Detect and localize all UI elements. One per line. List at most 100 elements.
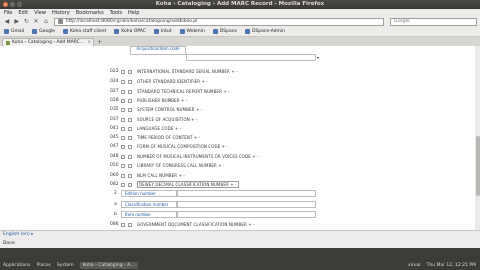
menu-edit[interactable]: Edit	[18, 10, 28, 16]
taskbar-window-button[interactable]: Koha › Cataloging › A...	[79, 261, 138, 269]
field-checkbox[interactable]	[121, 107, 125, 112]
menu-view[interactable]: View	[34, 10, 46, 16]
field-checkbox[interactable]	[121, 163, 125, 168]
field-checkbox[interactable]	[121, 222, 125, 227]
field-tag: 082	[110, 182, 119, 187]
field-checkbox[interactable]	[121, 173, 125, 178]
bookmark-icon	[179, 29, 185, 34]
applications-menu[interactable]: Applications	[3, 263, 31, 268]
field-checkbox[interactable]	[128, 107, 132, 112]
field-label[interactable]: SYSTEM CONTROL NUMBER + -	[137, 107, 202, 112]
subfield-input[interactable]	[186, 54, 316, 61]
site-identity-icon[interactable]	[57, 19, 63, 24]
marc-field-row: 086 GOVERNMENT DOCUMENT CLASSIFICATION N…	[0, 220, 480, 229]
bookmark-dspace-admin[interactable]: DSpace-Admin	[244, 29, 285, 34]
bookmark-dspace[interactable]: DSpace	[212, 29, 237, 34]
field-checkbox[interactable]	[121, 144, 125, 149]
bookmark-webmin[interactable]: Webmin	[179, 29, 205, 34]
field-label[interactable]: SOURCE OF ACQUISITION + -	[137, 117, 198, 122]
field-checkbox[interactable]	[128, 144, 132, 149]
field-label[interactable]: NUMBER OF MUSICAL INSTRUMENTS OR VOICES …	[137, 154, 259, 159]
marc-field-row: 035 SYSTEM CONTROL NUMBER + -	[0, 105, 480, 114]
menu-tools[interactable]: Tools	[110, 10, 122, 16]
bookmark-koha-staff[interactable]: Koha staff client	[63, 29, 106, 34]
field-checkbox[interactable]	[121, 182, 125, 187]
stop-icon[interactable]: ✕	[32, 18, 40, 26]
field-checkbox[interactable]	[128, 98, 132, 103]
subfield-code: b	[114, 212, 117, 217]
field-label[interactable]: NLM CALL NUMBER + -	[137, 173, 185, 178]
bookmark-google[interactable]: Google	[32, 29, 55, 34]
status-bar: Done	[0, 238, 480, 248]
menu-file[interactable]: File	[4, 10, 12, 16]
field-checkbox[interactable]	[128, 173, 132, 178]
forward-icon[interactable]: ▶	[13, 18, 21, 26]
field-checkbox[interactable]	[121, 117, 125, 122]
field-checkbox[interactable]	[121, 154, 125, 159]
language-link[interactable]: English (en) ▸	[3, 232, 34, 237]
marc-field-row: 060 NLM CALL NUMBER + -	[0, 171, 480, 180]
dropdown-arrow-icon[interactable]: ▾	[317, 55, 319, 60]
field-checkbox[interactable]	[121, 126, 125, 131]
menu-history[interactable]: History	[52, 10, 70, 16]
field-label[interactable]: GOVERNMENT DOCUMENT CLASSIFICATION NUMBE…	[137, 222, 255, 227]
search-input[interactable]: Google	[389, 17, 478, 26]
home-icon[interactable]: ⌂	[42, 18, 50, 26]
field-checkbox[interactable]	[121, 89, 125, 94]
field-label[interactable]: LIBRARY OF CONGRESS CALL NUMBER + -	[137, 163, 225, 168]
field-label[interactable]: INTERNATIONAL STANDARD SERIAL NUMBER + -	[137, 69, 238, 74]
field-checkbox[interactable]	[128, 69, 132, 74]
navigation-toolbar: ◀ ▶ ↻ ✕ ⌂ http://localhost:8080/cgi-bin/…	[0, 16, 480, 27]
field-label[interactable]: FORM OF MUSICAL COMPOSITION CODE + -	[137, 144, 228, 149]
subfield-label: Item number	[121, 211, 177, 218]
field-checkbox[interactable]	[128, 154, 132, 159]
bookmark-gmail[interactable]: Gmail	[4, 29, 24, 34]
field-label[interactable]: OTHER STANDARD IDENTIFIER + -	[137, 79, 208, 84]
close-tab-icon[interactable]: ×	[87, 40, 91, 45]
field-checkbox[interactable]	[128, 126, 132, 131]
address-bar[interactable]: http://localhost:8080/cgi-bin/koha/catal…	[53, 17, 384, 26]
field-checkbox[interactable]	[128, 89, 132, 94]
field-label[interactable]: PUBLISHER NUMBER + -	[137, 98, 187, 103]
field-label[interactable]: LANGUAGE CODE + -	[137, 126, 181, 131]
field-checkbox[interactable]	[128, 135, 132, 140]
system-menu[interactable]: System	[57, 263, 74, 268]
panel-tray: virual Thu Mar 12, 12:21 PM	[408, 263, 480, 268]
status-text: Done	[3, 240, 15, 246]
field-checkbox[interactable]	[121, 79, 125, 84]
subfield-label: Edition number	[121, 190, 177, 197]
bookmark-intut[interactable]: Intut	[153, 29, 172, 34]
subfield-code: a	[114, 202, 117, 207]
field-checkbox[interactable]	[128, 222, 132, 227]
field-checkbox[interactable]	[121, 135, 125, 140]
back-icon[interactable]: ◀	[3, 18, 11, 26]
field-checkbox[interactable]	[128, 117, 132, 122]
field-tag: 027	[110, 89, 119, 94]
field-tag: 028	[110, 98, 119, 103]
vertical-scrollbar[interactable]	[475, 46, 480, 230]
menu-bookmarks[interactable]: Bookmarks	[76, 10, 104, 16]
tab-add-marc-record[interactable]: Koha › Cataloging › Add MARC... ×	[2, 38, 94, 46]
bookmark-koha-opac[interactable]: Koha OPAC	[114, 29, 146, 34]
field-label[interactable]: TIME PERIOD OF CONTENT + -	[137, 135, 200, 140]
clock[interactable]: Thu Mar 12, 12:21 PM	[427, 263, 476, 268]
field-label[interactable]: DEWEY DECIMAL CLASSIFICATION NUMBER + -	[137, 181, 239, 188]
field-checkbox[interactable]	[128, 163, 132, 168]
reload-icon[interactable]: ↻	[23, 18, 31, 26]
bookmark-label: Koha staff client	[70, 29, 107, 34]
field-checkbox[interactable]	[128, 182, 132, 187]
menu-help[interactable]: Help	[128, 10, 139, 16]
system-panel: Applications Places System Koha › Catalo…	[0, 260, 480, 270]
subfield-input[interactable]	[177, 190, 316, 197]
new-tab-icon[interactable]: +	[97, 39, 102, 46]
field-checkbox[interactable]	[121, 69, 125, 74]
subfield-input[interactable]	[177, 201, 316, 208]
field-checkbox[interactable]	[128, 79, 132, 84]
subfield-label: Classification number	[121, 201, 177, 208]
field-checkbox[interactable]	[121, 98, 125, 103]
scrollbar-thumb[interactable]	[475, 136, 480, 196]
subfield-input[interactable]	[177, 211, 316, 218]
places-menu[interactable]: Places	[37, 263, 51, 268]
user-name[interactable]: virual	[408, 263, 421, 268]
field-label[interactable]: STANDARD TECHNICAL REPORT NUMBER + -	[137, 89, 230, 94]
